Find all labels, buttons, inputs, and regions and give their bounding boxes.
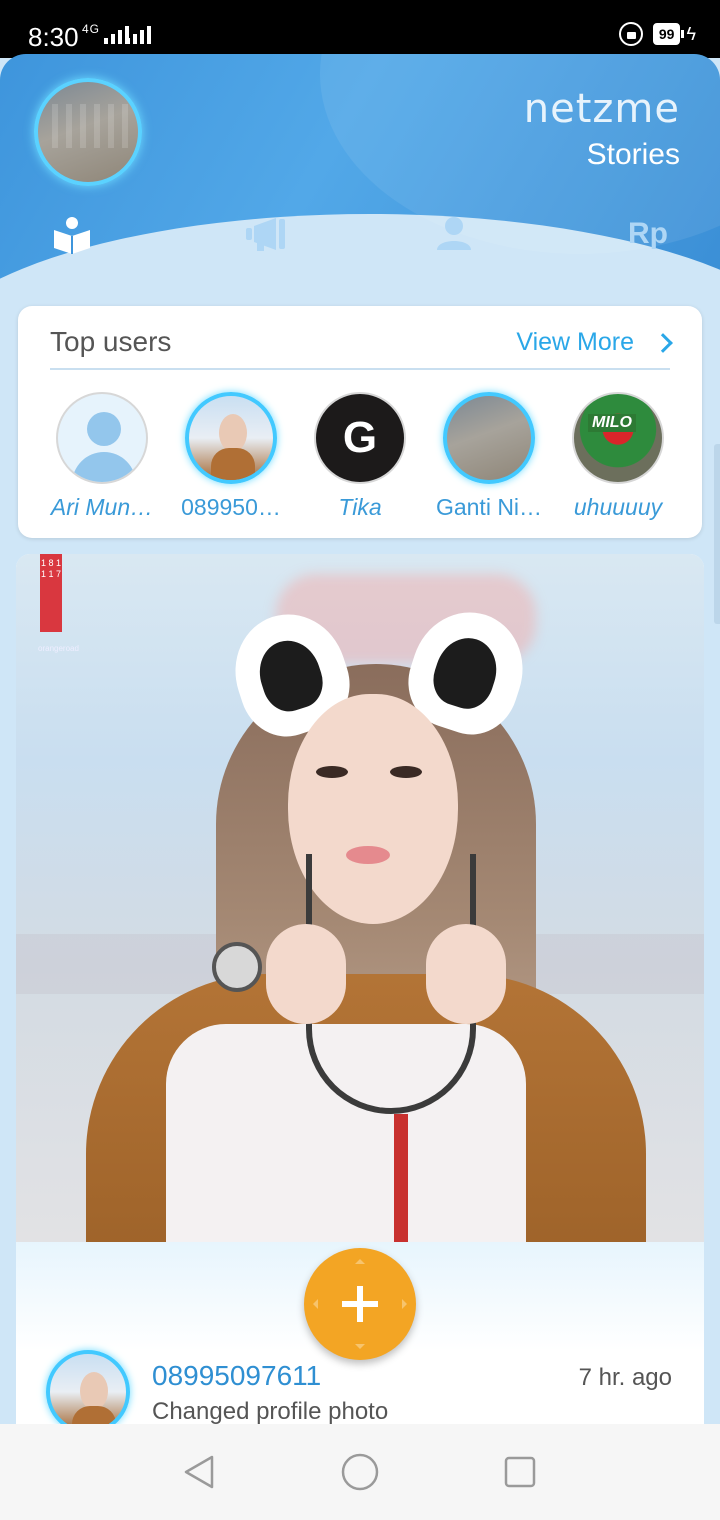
app-header: netzme Stories Rp xyxy=(0,54,720,284)
top-users-title: Top users xyxy=(50,326,172,357)
tab-profile[interactable] xyxy=(414,204,494,264)
avatar xyxy=(185,392,277,484)
top-user-item[interactable]: Ganti Ni… xyxy=(429,392,549,521)
scrollbar[interactable] xyxy=(714,444,720,624)
page-title: Stories xyxy=(586,138,680,171)
post-avatar[interactable] xyxy=(46,1350,130,1424)
story-photo[interactable]: 1 8 1 1 1 7 orangeroad xyxy=(16,554,704,1242)
person-icon xyxy=(437,217,471,250)
top-users-list: Ari Mun… 089950… G Tika Ganti Ni… MILO u… xyxy=(42,392,678,521)
post-username[interactable]: 08995097611 xyxy=(152,1360,321,1392)
top-user-item[interactable]: G Tika xyxy=(300,392,420,521)
photo-caption: orangeroad xyxy=(38,644,79,653)
my-avatar[interactable] xyxy=(34,78,142,186)
story-footer: 08995097611 Changed profile photo 7 hr. … xyxy=(16,1242,704,1424)
chevron-right-icon xyxy=(653,332,673,353)
default-avatar-icon xyxy=(56,392,148,484)
status-bar: 8:30 4G 99 ϟ xyxy=(0,0,720,58)
avatar xyxy=(443,392,535,484)
avatar: MILO xyxy=(572,392,664,484)
top-users-card: Top users View More Ari Mun… 089950… G T… xyxy=(18,306,702,538)
story-card[interactable]: 1 8 1 1 1 7 orangeroad 08995097611 Chang… xyxy=(16,554,704,1424)
book-reader-icon xyxy=(54,217,90,254)
brand-logo: netzme xyxy=(523,86,680,132)
add-story-button[interactable] xyxy=(304,1248,416,1360)
top-user-name: Ari Mun… xyxy=(50,494,154,520)
tab-announcements[interactable] xyxy=(226,204,306,264)
top-user-name: uhuuuuy xyxy=(573,494,663,520)
battery-icon: 99 ϟ xyxy=(652,23,696,45)
post-action: Changed profile photo xyxy=(152,1398,389,1424)
view-more-link[interactable]: View More xyxy=(516,328,673,357)
system-nav-bar xyxy=(0,1424,720,1520)
avatar-letter: G xyxy=(342,413,378,462)
nav-recents-button[interactable] xyxy=(490,1442,550,1502)
brand: netzme Stories xyxy=(524,86,680,172)
letter-avatar: G xyxy=(314,392,406,484)
megaphone-icon xyxy=(246,218,285,251)
top-user-name: Tika xyxy=(338,494,382,520)
top-user-name: 089950… xyxy=(181,494,281,520)
post-timestamp: 7 hr. ago xyxy=(578,1364,672,1391)
photo-tag: 1 8 1 1 1 7 xyxy=(40,554,62,632)
top-user-name: Ganti Ni… xyxy=(435,494,543,520)
status-time: 8:30 xyxy=(28,22,79,52)
home-circle-icon xyxy=(341,1453,379,1491)
tab-stories[interactable] xyxy=(32,204,112,264)
rotation-lock-icon xyxy=(618,22,643,46)
tab-bar: Rp xyxy=(0,204,720,264)
back-triangle-icon xyxy=(184,1455,214,1489)
tab-payment[interactable]: Rp xyxy=(608,204,688,264)
recents-square-icon xyxy=(504,1456,536,1488)
battery-level: 99 xyxy=(652,23,681,45)
network-type: 4G xyxy=(82,22,101,36)
view-more-label: View More xyxy=(516,328,634,356)
top-user-item[interactable]: MILO uhuuuuy xyxy=(558,392,678,521)
top-user-item[interactable]: Ari Mun… xyxy=(42,392,162,521)
nav-home-button[interactable] xyxy=(330,1442,390,1502)
nav-back-button[interactable] xyxy=(170,1442,230,1502)
charging-icon: ϟ xyxy=(686,23,696,44)
signal-icon-secondary xyxy=(126,26,151,44)
top-user-item[interactable]: 089950… xyxy=(171,392,291,521)
milo-logo: MILO xyxy=(588,414,636,432)
